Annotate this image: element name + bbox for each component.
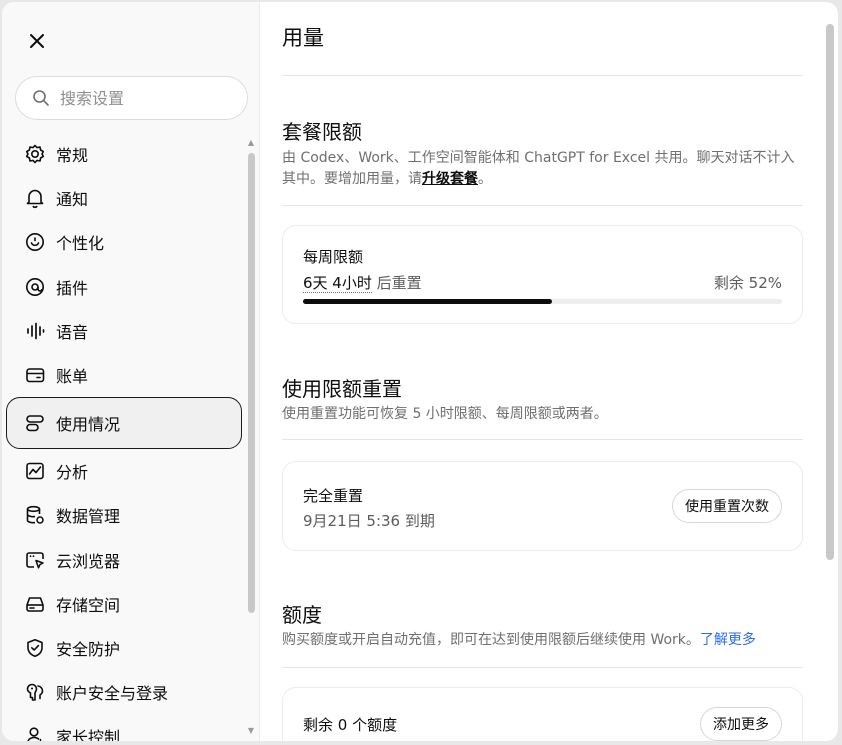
reset-suffix: 后重置 xyxy=(371,274,422,292)
search-icon xyxy=(33,90,49,106)
credits-title: 额度 xyxy=(282,603,322,627)
sidebar-item-analytics[interactable]: 分析 xyxy=(6,449,242,493)
sidebar-item-label: 常规 xyxy=(56,146,89,166)
sidebar-scrollbar[interactable]: ▲ ▼ xyxy=(246,139,256,739)
waveform-icon xyxy=(24,320,46,342)
divider xyxy=(282,667,803,668)
divider xyxy=(282,205,803,206)
sidebar-item-voice[interactable]: 语音 xyxy=(6,309,242,353)
sidebar-item-account-security[interactable]: 账户安全与登录 xyxy=(6,670,242,714)
personalization-icon xyxy=(24,231,46,253)
sidebar-item-label: 家长控制 xyxy=(56,728,121,741)
weekly-remaining: 剩余 52% xyxy=(713,274,782,292)
sidebar-item-label: 存储空间 xyxy=(56,595,121,615)
close-icon xyxy=(30,34,44,48)
sidebar-item-storage[interactable]: 存储空间 xyxy=(6,582,242,626)
weekly-limit-label: 每周限额 xyxy=(303,248,364,266)
sidebar-item-security[interactable]: 安全防护 xyxy=(6,626,242,670)
learn-more-link[interactable]: 了解更多 xyxy=(700,632,756,648)
main-scrollbar[interactable] xyxy=(826,24,834,560)
credits-desc-text: 购买额度或开启自动充值，即可在达到使用限额后继续使用 Work。 xyxy=(282,632,700,648)
sidebar-item-label: 安全防护 xyxy=(56,639,121,659)
browser-icon xyxy=(24,549,46,571)
plan-limits-description: 由 Codex、Work、工作空间智能体和 ChatGPT for Excel … xyxy=(282,148,803,190)
settings-sidebar: 常规 通知 个性化 插件 xyxy=(2,2,260,741)
sidebar-item-parental[interactable]: 家长控制 xyxy=(6,714,242,741)
sidebar-item-label: 通知 xyxy=(56,190,89,210)
sidebar-item-cloud-browser[interactable]: 云浏览器 xyxy=(6,538,242,582)
sidebar-scroll-thumb[interactable] xyxy=(248,153,255,613)
reset-description: 使用重置功能可恢复 5 小时限额、每周限额或两者。 xyxy=(282,406,608,422)
sidebar-item-billing[interactable]: 账单 xyxy=(6,353,242,397)
sidebar-item-personalization[interactable]: 个性化 xyxy=(6,220,242,264)
weekly-progress-fill xyxy=(303,299,553,304)
full-reset-label: 完全重置 xyxy=(303,487,364,505)
sidebar-item-data[interactable]: 数据管理 xyxy=(6,493,242,537)
weekly-progress-bar xyxy=(303,299,782,304)
search-input[interactable] xyxy=(60,88,220,108)
key-icon xyxy=(24,681,46,703)
full-reset-expiry: 9月21日 5:36 到期 xyxy=(303,512,435,530)
scroll-down-arrow-icon[interactable]: ▼ xyxy=(247,727,255,735)
sidebar-item-usage[interactable]: 使用情况 xyxy=(6,397,242,450)
sidebar-item-label: 分析 xyxy=(56,463,89,483)
sidebar-item-label: 账单 xyxy=(56,367,89,387)
plan-limits-desc-end: 。 xyxy=(478,171,492,187)
weekly-reset-info: 6天 4小时 后重置 xyxy=(303,272,422,293)
divider xyxy=(282,75,803,76)
sidebar-nav: 常规 通知 个性化 插件 语音 账单 使用情况 分析 数据管理 云浏览器 存储空… xyxy=(6,132,242,741)
sidebar-item-label: 个性化 xyxy=(56,234,105,254)
credits-description: 购买额度或开启自动充值，即可在达到使用限额后继续使用 Work。了解更多 xyxy=(282,630,803,651)
plugin-icon xyxy=(24,276,46,298)
upgrade-plan-link[interactable]: 升级套餐 xyxy=(422,171,478,187)
sidebar-item-general[interactable]: 常规 xyxy=(6,132,242,176)
sidebar-item-label: 数据管理 xyxy=(56,507,121,527)
gear-icon xyxy=(24,143,46,165)
full-reset-card: 完全重置 9月21日 5:36 到期 使用重置次数 xyxy=(282,461,803,551)
database-icon xyxy=(24,504,46,526)
wallet-icon xyxy=(24,364,46,386)
settings-modal: 常规 通知 个性化 插件 xyxy=(2,2,838,741)
close-button[interactable] xyxy=(22,26,52,56)
use-reset-button[interactable]: 使用重置次数 xyxy=(672,489,782,523)
reset-time[interactable]: 6天 4小时 xyxy=(303,274,372,293)
sidebar-item-label: 云浏览器 xyxy=(56,551,121,571)
sidebar-item-label: 语音 xyxy=(56,322,89,342)
reset-title: 使用限额重置 xyxy=(282,377,402,401)
sidebar-item-label: 账户安全与登录 xyxy=(56,684,169,704)
sidebar-item-label: 使用情况 xyxy=(56,415,121,435)
person-icon xyxy=(24,725,46,741)
chart-icon xyxy=(24,460,46,482)
plan-limits-title: 套餐限额 xyxy=(282,120,362,144)
bell-icon xyxy=(24,187,46,209)
sidebar-item-label: 插件 xyxy=(56,278,89,298)
sidebar-item-notifications[interactable]: 通知 xyxy=(6,176,242,220)
divider xyxy=(282,439,803,440)
credits-card: 剩余 0 个额度 添加更多 xyxy=(282,687,803,741)
page-title: 用量 xyxy=(282,26,324,50)
storage-icon xyxy=(24,593,46,615)
add-more-button[interactable]: 添加更多 xyxy=(700,707,782,741)
credits-remaining: 剩余 0 个额度 xyxy=(303,716,398,734)
plan-limits-desc-text: 由 Codex、Work、工作空间智能体和 ChatGPT for Excel … xyxy=(282,150,795,187)
scroll-up-arrow-icon[interactable]: ▲ xyxy=(247,139,255,147)
weekly-limit-card: 每周限额 6天 4小时 后重置 剩余 52% xyxy=(282,225,803,324)
usage-icon xyxy=(24,412,46,434)
search-box[interactable] xyxy=(15,76,248,120)
sidebar-item-plugins[interactable]: 插件 xyxy=(6,265,242,309)
settings-main: 用量 套餐限额 由 Codex、Work、工作空间智能体和 ChatGPT fo… xyxy=(260,2,838,741)
shield-icon xyxy=(24,637,46,659)
